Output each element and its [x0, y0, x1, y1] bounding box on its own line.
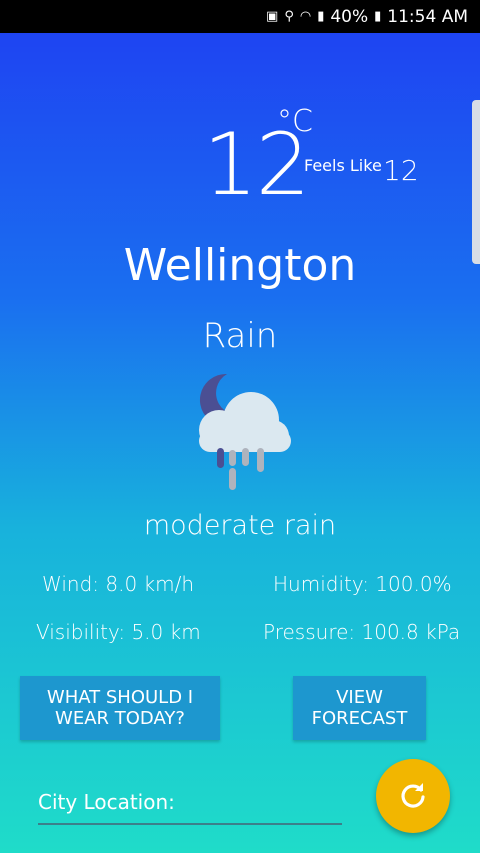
visibility-stat: Visibility: 5.0 km — [36, 620, 201, 644]
view-forecast-line2: FORECAST — [311, 708, 408, 729]
signal-icon: ▮ — [317, 9, 325, 24]
feels-like-value: 12 — [383, 154, 419, 187]
what-to-wear-button[interactable]: WHAT SHOULD I WEAR TODAY? — [20, 676, 220, 740]
weather-description: moderate rain — [143, 510, 337, 541]
wind-stat: Wind: 8.0 km/h — [42, 572, 195, 596]
refresh-button[interactable] — [376, 759, 450, 833]
pressure-stat: Pressure: 100.8 kPa — [263, 620, 461, 644]
city-location-input[interactable]: City Location: — [38, 790, 175, 814]
view-forecast-line1: VIEW — [336, 687, 383, 708]
status-bar: ▣ ⚲ ◠ ▮ 40% ▮ 11:54 AM — [0, 0, 480, 33]
location-icon: ⚲ — [284, 9, 294, 24]
city-name: Wellington — [123, 240, 357, 291]
sim-icon: ▣ — [266, 9, 279, 24]
what-to-wear-line1: WHAT SHOULD I — [46, 687, 194, 708]
view-forecast-button[interactable]: VIEW FORECAST — [293, 676, 426, 740]
city-location-underline — [38, 823, 342, 825]
battery-percent: 40% — [330, 6, 369, 27]
refresh-icon — [401, 783, 425, 808]
wifi-icon: ◠ — [299, 9, 312, 24]
humidity-stat: Humidity: 100.0% — [273, 572, 452, 596]
feels-like-label: Feels Like — [304, 156, 382, 175]
weather-condition: Rain — [202, 316, 278, 356]
rain-cloud-moon-icon — [185, 368, 295, 498]
battery-icon: ▮ — [374, 9, 382, 24]
what-to-wear-line2: WEAR TODAY? — [55, 708, 185, 729]
clock: 11:54 AM — [387, 6, 468, 27]
temperature-unit: °C — [277, 104, 313, 139]
